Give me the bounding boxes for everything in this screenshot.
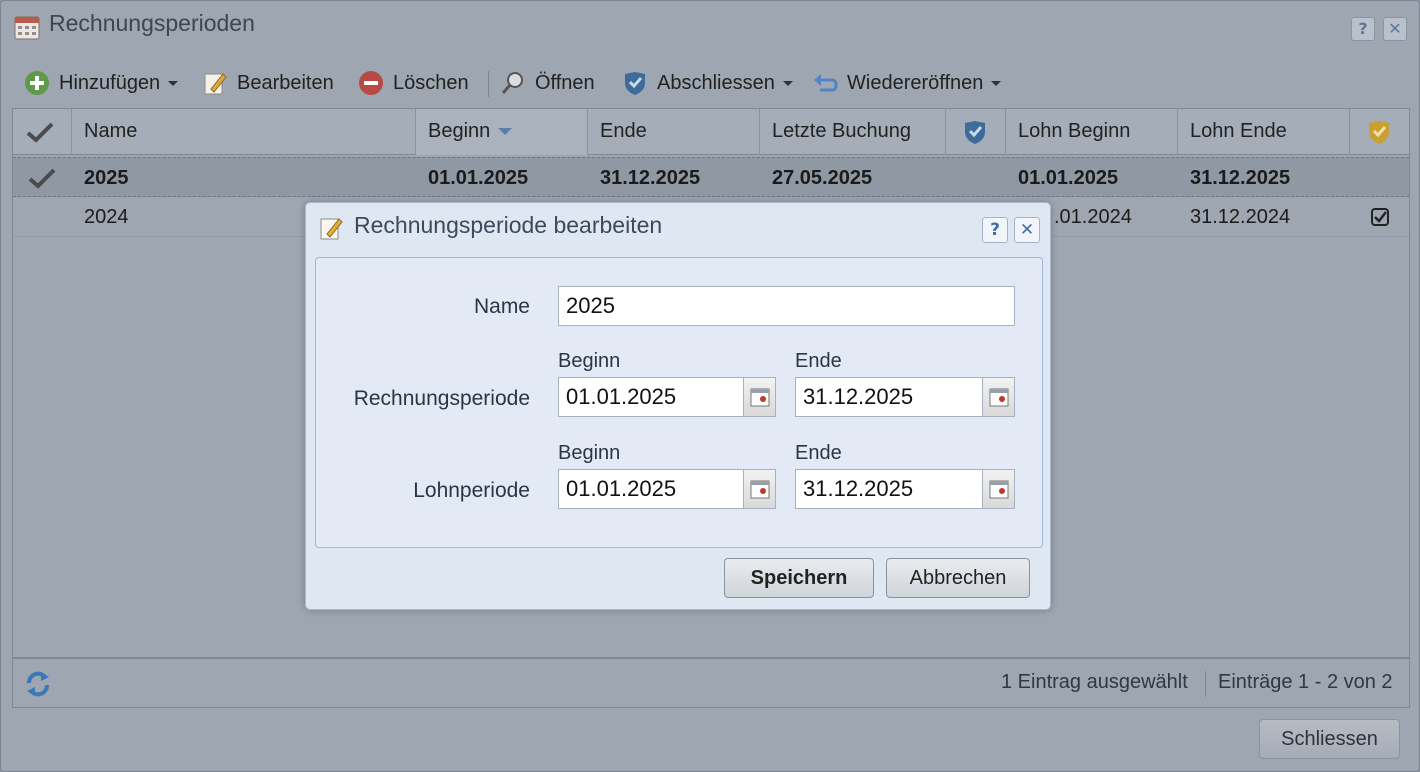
toolbar: Hinzufügen Bearbeiten Löschen Öffnen Abs… xyxy=(12,59,1410,107)
selection-count: 1 Eintrag ausgewählt xyxy=(1001,671,1188,693)
delete-label: Löschen xyxy=(393,71,469,94)
reopen-button[interactable]: Wiedereröffnen xyxy=(812,67,1002,99)
payroll-begin-input[interactable]: 01.01.2025 xyxy=(558,469,744,509)
delete-button[interactable]: Löschen xyxy=(358,67,469,99)
table-row[interactable]: 2025 01.01.2025 31.12.2025 27.05.2025 01… xyxy=(13,157,1409,197)
dialog-close-button[interactable]: ✕ xyxy=(1014,217,1040,243)
cancel-button[interactable]: Abbrechen xyxy=(886,558,1030,598)
refresh-icon[interactable] xyxy=(23,669,53,699)
header-payroll-begin[interactable]: Lohn Beginn xyxy=(1006,109,1178,155)
window-close-button[interactable]: ✕ xyxy=(1383,17,1407,41)
cell-payroll-begin: 01.01.2025 xyxy=(1018,167,1119,189)
payroll-end-datepicker-button[interactable] xyxy=(983,469,1015,509)
header-begin[interactable]: Beginn xyxy=(416,109,588,155)
window-help-button[interactable]: ? xyxy=(1351,17,1375,41)
edit-button[interactable]: Bearbeiten xyxy=(202,67,334,99)
checkmark-icon xyxy=(26,122,54,143)
cell-name: 2024 xyxy=(84,206,129,228)
header-end[interactable]: Ende xyxy=(588,109,760,155)
billing-period-label: Rechnungsperiode xyxy=(353,387,530,410)
payroll-begin-label: Beginn xyxy=(558,442,621,464)
payroll-end-label: Ende xyxy=(795,442,842,464)
active-checkmark-icon xyxy=(28,168,56,189)
save-button[interactable]: Speichern xyxy=(724,558,874,598)
dialog-help-button[interactable]: ? xyxy=(982,217,1008,243)
add-icon xyxy=(25,71,49,95)
calendar-picker-icon xyxy=(989,388,1009,407)
cell-begin: 01.01.2025 xyxy=(428,167,529,189)
header-payroll-end[interactable]: Lohn Ende xyxy=(1178,109,1350,155)
payroll-period-label: Lohnperiode xyxy=(413,479,530,502)
edit-label: Bearbeiten xyxy=(237,71,334,94)
status-bar: 1 Eintrag ausgewählt Einträge 1 - 2 von … xyxy=(12,658,1410,708)
window-title: Rechnungsperioden xyxy=(49,10,255,36)
cell-last-booking: 27.05.2025 xyxy=(772,167,873,189)
close-period-button[interactable]: Abschliessen xyxy=(622,67,793,99)
header-last-booking[interactable]: Letzte Buchung xyxy=(760,109,946,155)
edit-period-dialog: Rechnungsperiode bearbeiten ? ✕ Name 202… xyxy=(305,202,1051,610)
billing-begin-datepicker-button[interactable] xyxy=(744,377,776,417)
header-name[interactable]: Name xyxy=(72,109,416,155)
cell-end: 31.12.2025 xyxy=(600,167,701,189)
billing-begin-label: Beginn xyxy=(558,350,621,372)
billing-end-label: Ende xyxy=(795,350,842,372)
name-field[interactable]: 2025 xyxy=(558,286,1015,326)
grid-header: Name Beginn Ende Letzte Buchung Lohn Beg… xyxy=(13,109,1409,155)
name-label: Name xyxy=(473,295,530,318)
gold-shield-icon xyxy=(1369,121,1389,144)
close-window-button[interactable]: Schliessen xyxy=(1259,719,1400,759)
cell-payroll-end: 31.12.2025 xyxy=(1190,167,1291,189)
add-label: Hinzufügen xyxy=(59,71,161,94)
billing-end-input[interactable]: 31.12.2025 xyxy=(795,377,983,417)
billing-begin-input[interactable]: 01.01.2025 xyxy=(558,377,744,417)
undo-arrow-icon xyxy=(814,74,838,92)
calendar-picker-icon xyxy=(989,480,1009,499)
header-checkmark-column[interactable] xyxy=(13,109,72,155)
delete-icon xyxy=(359,71,383,95)
header-begin-label: Beginn xyxy=(428,120,491,142)
dialog-form: Name 2025 Beginn Ende Rechnungsperiode 0… xyxy=(315,257,1043,548)
window-titlebar: Rechnungsperioden ? ✕ xyxy=(1,1,1419,53)
open-button[interactable]: Öffnen xyxy=(500,67,595,99)
header-closed-column[interactable] xyxy=(946,109,1006,155)
shield-check-icon xyxy=(965,121,985,144)
cell-name: 2025 xyxy=(84,167,129,189)
close-period-label: Abschliessen xyxy=(657,71,775,94)
checked-checkbox-icon[interactable] xyxy=(1371,208,1389,226)
dialog-title: Rechnungsperiode bearbeiten xyxy=(354,212,663,238)
cell-payroll-end: 31.12.2024 xyxy=(1190,206,1291,228)
open-label: Öffnen xyxy=(535,71,595,94)
header-payroll-closed-column[interactable] xyxy=(1350,109,1411,155)
close-period-dropdown-icon xyxy=(782,80,793,86)
reopen-dropdown-icon xyxy=(991,80,1002,86)
sort-descending-icon xyxy=(498,128,513,136)
status-separator xyxy=(1205,671,1206,697)
payroll-begin-datepicker-button[interactable] xyxy=(744,469,776,509)
billing-end-datefield: 31.12.2025 xyxy=(795,377,1015,417)
calendar-picker-icon xyxy=(750,388,770,407)
billing-end-datepicker-button[interactable] xyxy=(983,377,1015,417)
magnifier-icon xyxy=(501,72,523,94)
payroll-end-input[interactable]: 31.12.2025 xyxy=(795,469,983,509)
calendar-picker-icon xyxy=(750,480,770,499)
edit-icon xyxy=(320,218,343,240)
shield-check-icon xyxy=(625,72,645,95)
payroll-end-datefield: 31.12.2025 xyxy=(795,469,1015,509)
payroll-begin-datefield: 01.01.2025 xyxy=(558,469,776,509)
reopen-label: Wiedereröffnen xyxy=(847,71,984,94)
edit-icon xyxy=(204,73,227,95)
calendar-icon xyxy=(14,16,40,40)
toolbar-separator xyxy=(488,71,489,97)
cell-payroll-begin: .01.2024 xyxy=(1054,206,1132,228)
add-dropdown-icon xyxy=(168,80,179,86)
add-button[interactable]: Hinzufügen xyxy=(24,67,179,99)
entries-range: Einträge 1 - 2 von 2 xyxy=(1218,671,1393,693)
billing-begin-datefield: 01.01.2025 xyxy=(558,377,776,417)
